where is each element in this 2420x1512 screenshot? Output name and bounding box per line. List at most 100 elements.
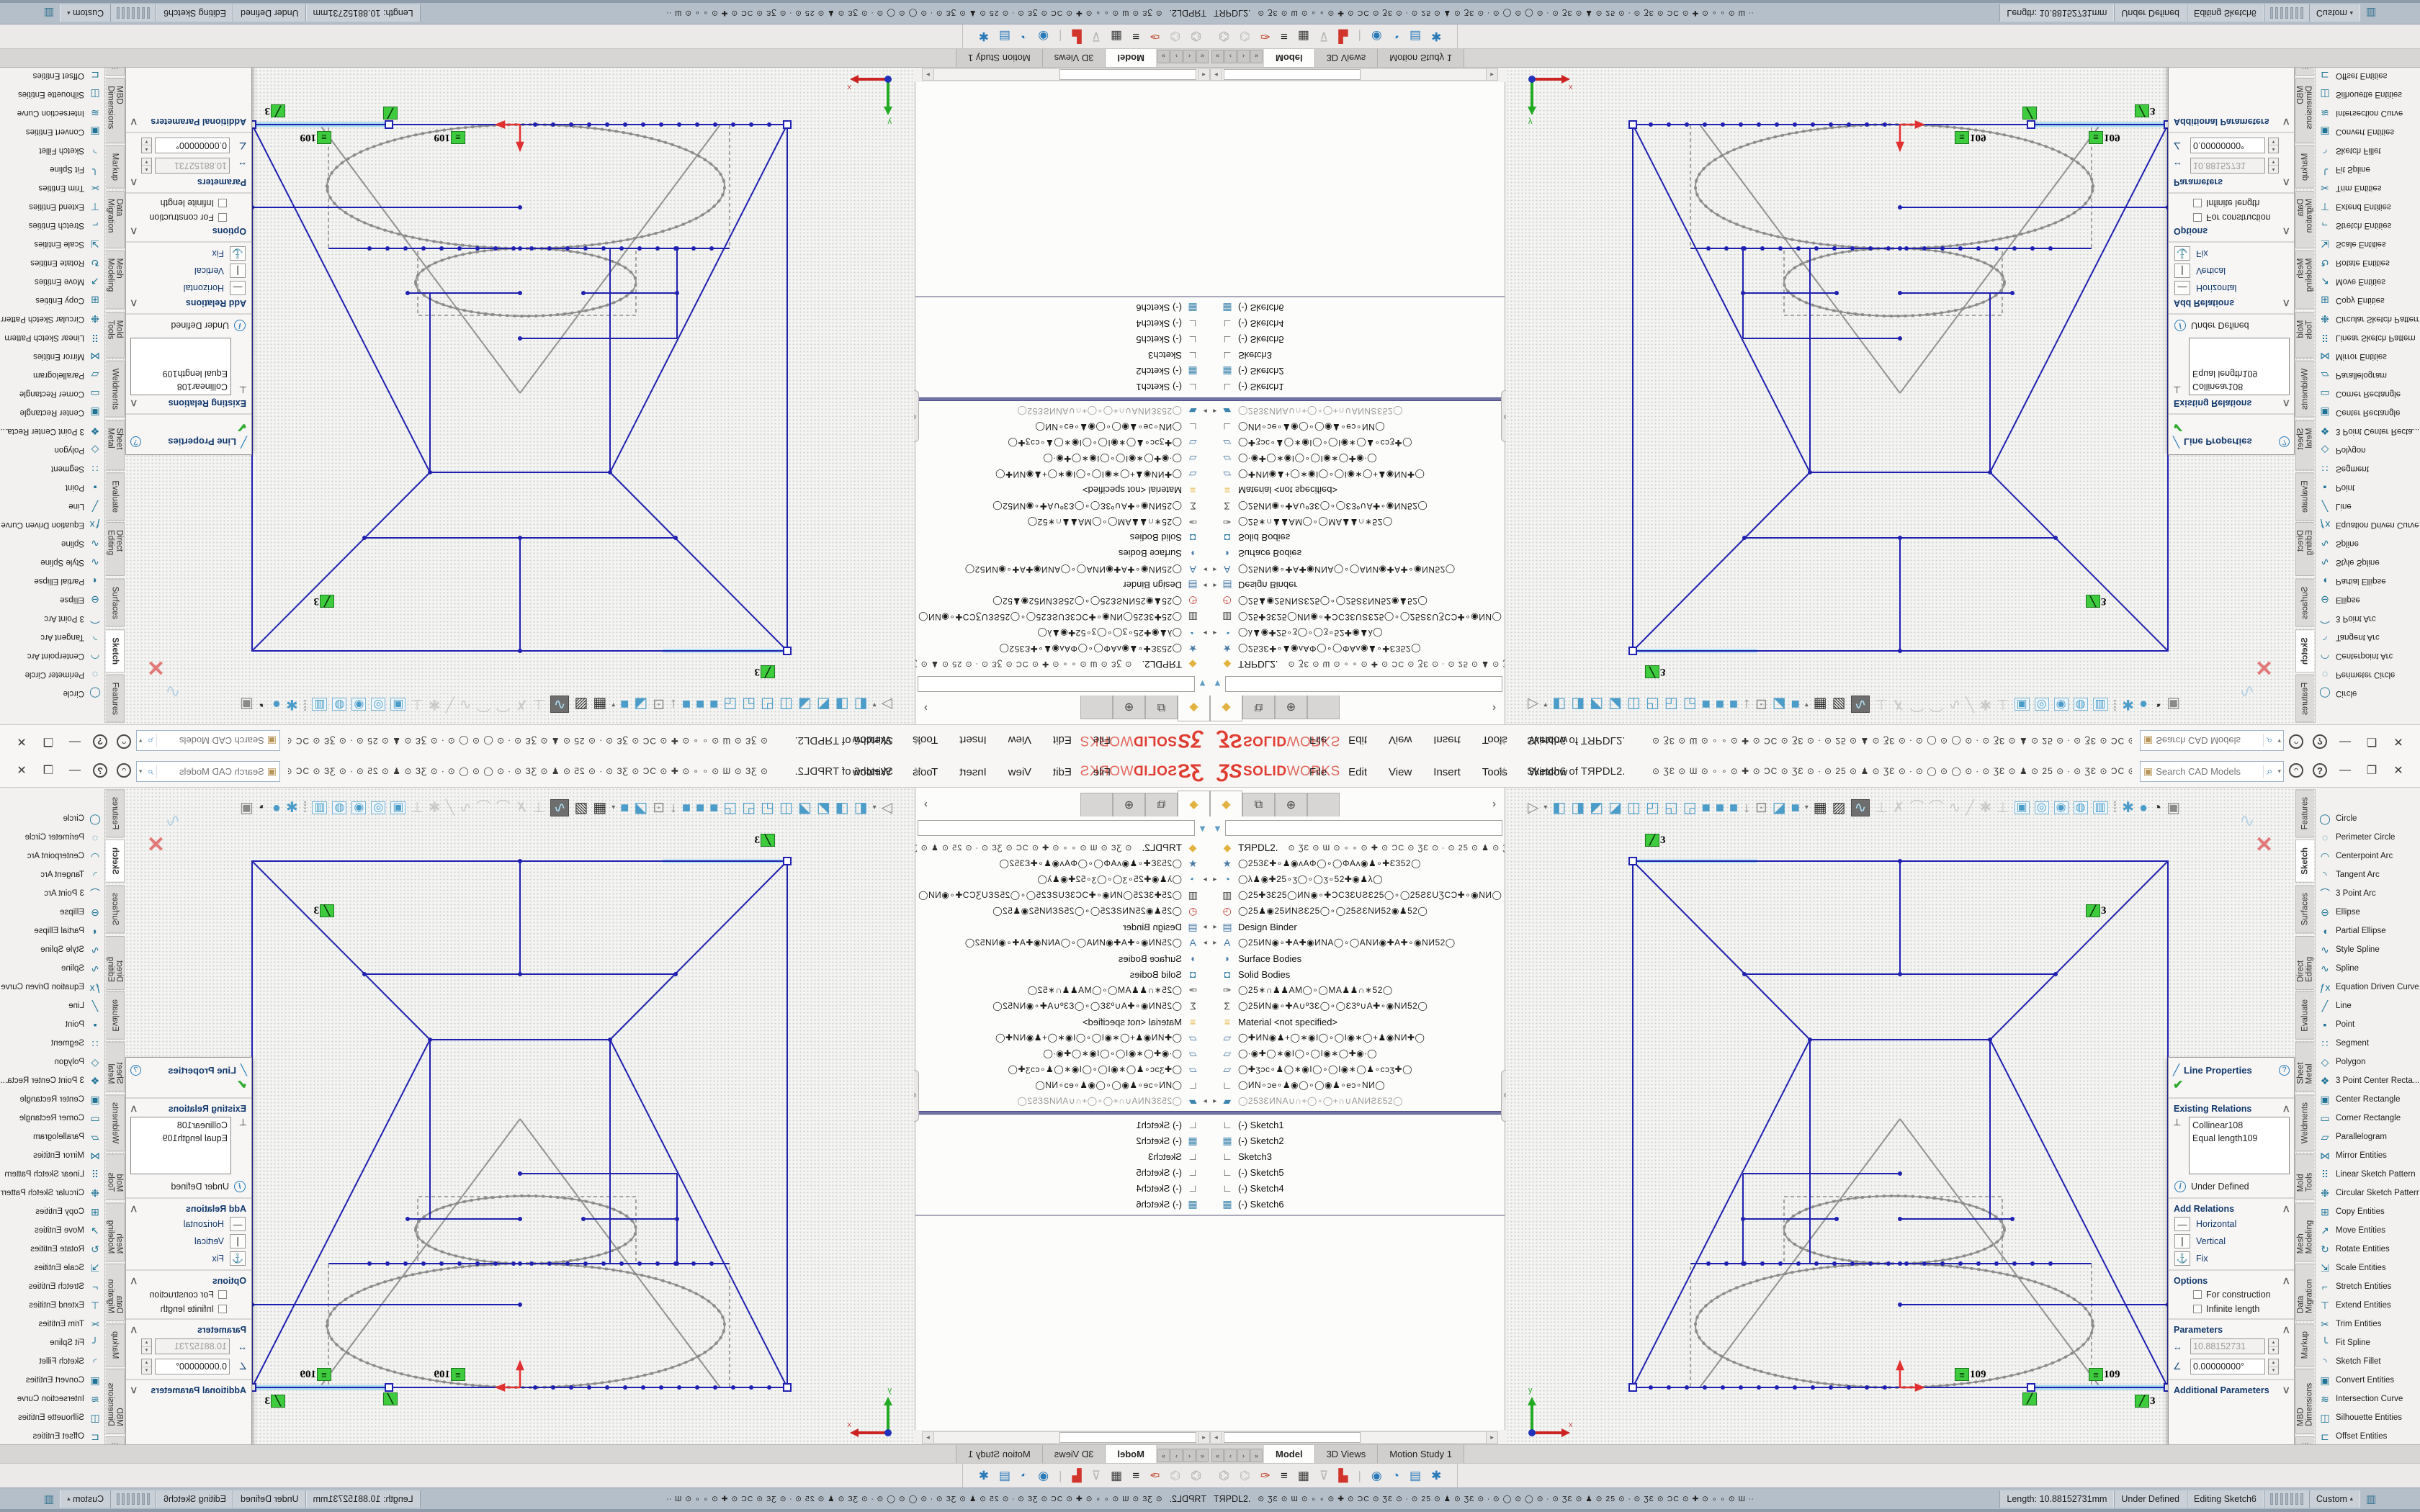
- tree-sketch-item[interactable]: ▦ (-) Sketch6: [915, 1196, 1210, 1212]
- motion-tab[interactable]: Motion Study 1: [956, 1445, 1042, 1463]
- tree-item[interactable]: ▱ ◯✚ИN◉♟+◯∗◉I◯∘◯I◉∗◯+♟◉NИ✚◯: [1210, 467, 1505, 482]
- options-header[interactable]: Options ᐱ: [2169, 1273, 2294, 1287]
- relation-badge[interactable]: ╱3: [1645, 834, 1666, 847]
- motion-toolbar-icon[interactable]: ◉: [1038, 1470, 1049, 1482]
- featuremanager-tab[interactable]: [1307, 696, 1340, 719]
- length-spinner[interactable]: ▴▾: [2268, 158, 2279, 174]
- tree-item[interactable]: ▥ ◯25✚3Ɛ25◯ИN◉∘✚ϽϹ3ƐUƧƐ25◯∘◯25ƧƐUƷϹϽ✚∘◉N…: [915, 609, 1210, 625]
- tree-item[interactable]: ◴ ◯25♟◉25ИNƧƐ25◯∘◯25ƧƐNИ52◉♟52◯: [1210, 903, 1505, 919]
- tree-item[interactable]: ▸ ▤ Design Binder: [1210, 577, 1505, 593]
- help-book-icon[interactable]: ▥: [2366, 7, 2376, 20]
- sketch-tool-item[interactable]: ╰ Fit Spline: [1, 160, 102, 179]
- panel-expand-arrow[interactable]: ›: [924, 798, 928, 810]
- sketch-tool-item[interactable]: ▣ Center Rectangle: [1, 403, 102, 422]
- tree-item[interactable]: ✑ ◯25∗∩♟♟AM◯∘◯MA♟♟∩∗52◯: [1210, 982, 1505, 998]
- dimension-109-right[interactable]: ≡109: [2089, 131, 2120, 144]
- sketch-tool-item[interactable]: ◖ Partial Ellipse: [2318, 572, 2419, 590]
- help-icon[interactable]: ?: [2313, 763, 2327, 778]
- tree-root-part[interactable]: ◆ TЯPDL2. ⊙ ƷƐ ⊙ Ɯ ⊙ ∘ ∘ ⊙ ✚ ⊙ ϽϹ ⊙ ƷƐ ⊙…: [915, 657, 1210, 672]
- sketch-tool-item[interactable]: ◇ Polygon: [2318, 441, 2419, 459]
- motion-toolbar-icon[interactable]: |: [1358, 30, 1361, 42]
- sketch-tool-item[interactable]: ⠿ Linear Sketch Pattern: [1, 328, 102, 347]
- tree-item[interactable]: Σ ◯25ИN◉∘✚A∪º3Ɛ◯∘◯Ɛ3º∪A✚∘◉NИ52◯: [1210, 498, 1505, 514]
- close-button[interactable]: ✕: [2390, 762, 2407, 779]
- featuremanager-tab[interactable]: ◆: [1210, 791, 1242, 816]
- motion-toolbar-icon[interactable]: ✑: [1150, 1470, 1160, 1482]
- sketch-tool-item[interactable]: ∿ Style Spline: [2318, 940, 2419, 959]
- sketch-tool-item[interactable]: ⇲ Scale Entities: [2318, 1259, 2419, 1277]
- motion-toolbar-icon[interactable]: ⌬: [1170, 30, 1180, 42]
- motion-tab[interactable]: Model: [1105, 1445, 1156, 1463]
- motion-toolbar-icon[interactable]: ⊽: [1319, 1470, 1328, 1482]
- sketch-tool-item[interactable]: ƒx Equation Driven Curve: [1, 516, 102, 534]
- relation-badge[interactable]: ╱: [383, 107, 398, 120]
- sketch-tool-item[interactable]: ✂ Trim Entities: [1, 179, 102, 197]
- sketch-tool-item[interactable]: ≋ Intersection Curve: [2318, 104, 2419, 122]
- tree-sketch-item[interactable]: ∟ Sketch3: [1210, 1148, 1505, 1164]
- motion-toolbar-icon[interactable]: ⌬: [1191, 30, 1201, 42]
- tree-item[interactable]: ▸ ◔ ◯λ♟◉✚25∘ʒ◯∘◯ʒ∘52✚◉♟λ◯: [915, 625, 1210, 641]
- angle-spinner[interactable]: ▴▾: [2268, 138, 2279, 153]
- sketch-tool-item[interactable]: ⌒ 3 Point Arc: [1, 884, 102, 903]
- motion-toolbar-icon[interactable]: ✑: [1150, 30, 1160, 42]
- sketch-tool-item[interactable]: ╱ Line: [1, 996, 102, 1015]
- collapse-icon[interactable]: ᐱ: [2283, 399, 2289, 408]
- tree-item[interactable]: ▥ ◯25✚3Ɛ25◯ИN◉∘✚ϽϹ3ƐUƧƐ25◯∘◯25ƧƐUƷϹϽ✚∘◉N…: [1210, 887, 1505, 903]
- commandmanager-tab[interactable]: Mesh Modeling: [2295, 1202, 2314, 1261]
- sketch-tool-item[interactable]: ▱ Parallelogram: [1, 366, 102, 384]
- motion-tab[interactable]: Motion Study 1: [1378, 49, 1464, 67]
- commandmanager-tab[interactable]: Mold Tools: [106, 312, 125, 359]
- sketch-tool-item[interactable]: ▣ Convert Entities: [2318, 122, 2419, 141]
- tree-item[interactable]: ▱ ◯✚ʒɔc∘♟◯∗◉I◯∘◯I◉∗◯♟∘cɔʒ✚◯: [915, 1061, 1210, 1077]
- filter-input[interactable]: [918, 820, 1195, 836]
- commandmanager-tab[interactable]: Markup: [2295, 1323, 2314, 1367]
- tree-item[interactable]: ▱ ◯∙◉✚◯∗◉I◯∘◯I◉∗◯✚◉∙◯: [915, 451, 1210, 467]
- commandmanager-tab[interactable]: Surfaces: [2295, 885, 2314, 933]
- commandmanager-tab[interactable]: Data Migration: [2295, 191, 2314, 248]
- sketch-tool-item[interactable]: ▱ Parallelogram: [1, 1128, 102, 1146]
- scroll-left-arrow[interactable]: ◂: [1211, 69, 1222, 80]
- add-relation-button[interactable]: — Horizontal: [126, 1215, 251, 1233]
- motion-toolbar-icon[interactable]: |: [1358, 1470, 1361, 1482]
- sketch-tool-item[interactable]: ƒx Equation Driven Curve: [2318, 978, 2419, 996]
- featuremanager-tab[interactable]: ⧉: [1242, 696, 1275, 719]
- motion-toolbar-icon[interactable]: ◔: [1392, 1470, 1399, 1482]
- motion-toolbar-icon[interactable]: ✑: [1260, 30, 1270, 42]
- sketch-tool-item[interactable]: ↗ Move Entities: [1, 1221, 102, 1240]
- relation-badge[interactable]: ╱3: [2086, 904, 2107, 917]
- sketch-tool-item[interactable]: ⌐ Stretch Entities: [2318, 1277, 2419, 1296]
- angle-spinner[interactable]: ▴▾: [141, 138, 152, 153]
- motion-tab[interactable]: Model: [1264, 1445, 1315, 1463]
- option-row[interactable]: Infinite length: [2169, 196, 2294, 210]
- sketch-tool-item[interactable]: ▭ Corner Rectangle: [2318, 384, 2419, 403]
- menu-item[interactable]: Insert: [1432, 733, 1462, 748]
- motion-toolbar-icon[interactable]: ◉: [1371, 1470, 1382, 1482]
- sketch-tool-item[interactable]: ⊖ Ellipse: [1, 903, 102, 922]
- option-row[interactable]: For construction: [126, 1287, 251, 1302]
- sketch-tool-item[interactable]: ⋈ Mirror Entities: [2318, 1146, 2419, 1165]
- tree-sketch-item[interactable]: ∟ (-) Sketch4: [1210, 316, 1505, 332]
- menu-item[interactable]: View: [1387, 733, 1413, 748]
- tree-item[interactable]: ▱ ◯✚ʒɔc∘♟◯∗◉I◯∘◯I◉∗◯♟∘cɔʒ✚◯: [1210, 435, 1505, 451]
- length-spinner[interactable]: ▴▾: [141, 1338, 152, 1354]
- commandmanager-tab[interactable]: Mold Tools: [2295, 312, 2314, 359]
- search-box[interactable]: ▣ ⌕ ▾: [2140, 730, 2284, 751]
- checkbox[interactable]: [2193, 1290, 2202, 1299]
- length-input[interactable]: [2190, 1338, 2265, 1354]
- tree-sketch-item[interactable]: ▦ (-) Sketch6: [915, 300, 1210, 316]
- relation-badge[interactable]: ╱3: [755, 834, 776, 847]
- commandmanager-tab[interactable]: Sketch: [2295, 629, 2314, 672]
- tree-item[interactable]: ▸ ▰ ◯253ƐИNA∪∩+◯∘◯+∩∪ANИƧƐ52◯: [915, 403, 1210, 419]
- sketch-tool-item[interactable]: ⊞ Copy Entities: [1, 1202, 102, 1221]
- commandmanager-tab[interactable]: Surfaces: [106, 885, 125, 933]
- length-spinner[interactable]: ▴▾: [141, 158, 152, 174]
- sketch-tool-item[interactable]: ⊏ Offset Entities: [1, 66, 102, 85]
- motion-toolbar-icon[interactable]: ⊽: [1092, 30, 1101, 42]
- motion-toolbar-icon[interactable]: |: [1059, 30, 1062, 42]
- motion-toolbar-icon[interactable]: ▤: [999, 1470, 1010, 1482]
- menu-item[interactable]: Edit: [1052, 765, 1073, 780]
- sketch-tool-item[interactable]: ⋈ Mirror Entities: [2318, 347, 2419, 366]
- sketch-tool-item[interactable]: ◝ Sketch Fillet: [2318, 141, 2419, 160]
- sketch-tool-item[interactable]: ❖ 3 Point Center Recta...: [1, 422, 102, 441]
- menu-item[interactable]: View: [1007, 733, 1033, 748]
